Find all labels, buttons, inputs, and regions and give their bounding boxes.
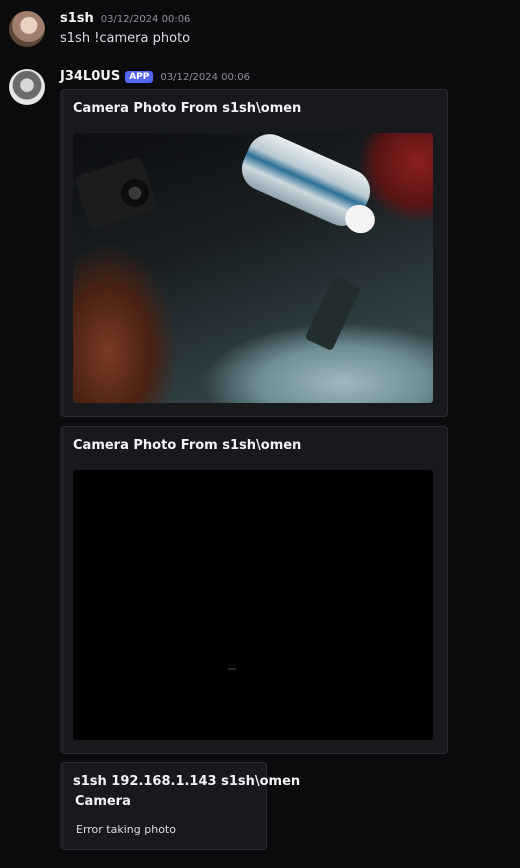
camera-photo-image[interactable] (73, 470, 433, 740)
embed-subtitle: Camera (75, 794, 131, 809)
avatar[interactable] (9, 11, 45, 47)
camera-lens (121, 179, 149, 207)
embed-title: Camera Photo From s1sh\omen (73, 438, 302, 453)
avatar[interactable] (9, 69, 45, 105)
camera-photo-image[interactable] (73, 133, 433, 403)
username[interactable]: s1sh (60, 11, 94, 26)
tripod (304, 274, 362, 352)
timestamp: 03/12/2024 00:06 (160, 72, 250, 83)
app-badge: APP (125, 71, 154, 83)
embed-title: s1sh 192.168.1.143 s1sh\omen (73, 774, 301, 789)
embed-camera-photo-2: Camera Photo From s1sh\omen (60, 426, 448, 754)
username[interactable]: J34L0US (60, 69, 120, 84)
embed-error: s1sh 192.168.1.143 s1sh\omen Camera Erro… (60, 762, 300, 850)
message-header: s1sh 03/12/2024 00:06 (60, 11, 190, 26)
message-text: s1sh !camera photo (60, 31, 191, 46)
image-speck (228, 668, 236, 670)
embed-camera-photo-1: Camera Photo From s1sh\omen (60, 89, 448, 417)
embed-title: Camera Photo From s1sh\omen (73, 101, 302, 116)
message-header: J34L0US APP 03/12/2024 00:06 (60, 69, 250, 84)
timestamp: 03/12/2024 00:06 (100, 14, 191, 25)
embed-description: Error taking photo (76, 823, 176, 836)
